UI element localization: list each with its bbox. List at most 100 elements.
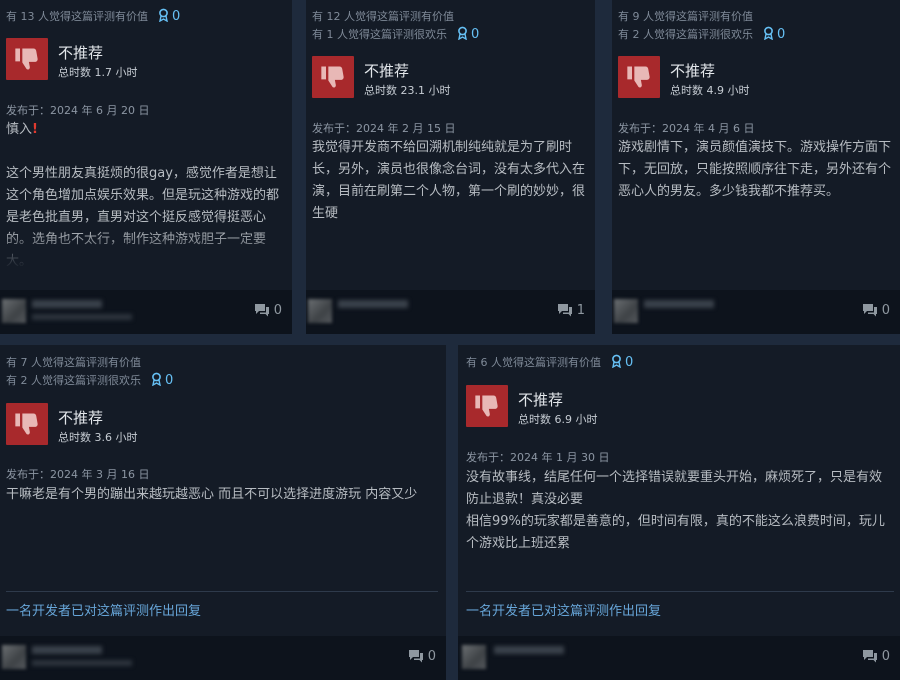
- posted-date: 发布于：2024 年 1 月 30 日: [466, 451, 610, 464]
- comment-count: 0: [881, 649, 890, 664]
- verdict-title: 不推荐: [364, 62, 410, 80]
- award-count: 0: [471, 27, 480, 42]
- review-body: 慎入! 这个男性朋友真挺烦的很gay，感觉作者是想让这个角色增加点娱乐效果。但是玩…: [6, 119, 282, 269]
- award-button[interactable]: 0: [158, 8, 181, 24]
- comment-bubble-icon: [408, 650, 423, 663]
- thumb-box: [312, 56, 354, 98]
- thumb-box: [618, 56, 660, 98]
- review-card: 有 7 人觉得这篇评测有价值 有 2 人觉得这篇评测很欢乐 0 不推荐 总时数 3…: [0, 345, 446, 680]
- comment-count: 1: [576, 303, 585, 318]
- developer-reply-link[interactable]: 一名开发者已对这篇评测作出回复: [466, 600, 661, 619]
- comment-button[interactable]: 0: [408, 649, 436, 664]
- funny-count: 有 2 人觉得这篇评测很欢乐: [6, 374, 141, 387]
- review-card: 有 13 人觉得这篇评测有价值 0 不推荐 总时数 1.7 小时 发布于：2024…: [0, 0, 292, 334]
- thumb-box: [6, 403, 48, 445]
- review-footer: 0: [0, 290, 292, 334]
- review-body-text: 这个男性朋友真挺烦的很gay，感觉作者是想让这个角色增加点娱乐效果。但是玩这种游…: [6, 166, 280, 269]
- funny-count: 有 2 人觉得这篇评测很欢乐: [618, 28, 753, 41]
- award-ribbon-icon: [159, 8, 168, 23]
- playtime-hours: 总时数 23.1 小时: [364, 84, 451, 97]
- comment-count: 0: [273, 303, 282, 318]
- avatar[interactable]: [614, 299, 638, 323]
- avatar[interactable]: [2, 299, 26, 323]
- reviewer-name-blurred[interactable]: [338, 300, 408, 308]
- comment-button[interactable]: 0: [862, 303, 890, 318]
- avatar[interactable]: [2, 645, 26, 669]
- helpful-count: 有 6 人觉得这篇评测有价值: [466, 356, 601, 369]
- helpful-count-line: 有 6 人觉得这篇评测有价值 0: [466, 354, 633, 370]
- developer-reply-link[interactable]: 一名开发者已对这篇评测作出回复: [6, 600, 201, 619]
- verdict-title: 不推荐: [518, 391, 564, 409]
- award-ribbon-icon: [764, 26, 773, 41]
- award-button[interactable]: 0: [611, 354, 634, 370]
- playtime-hours: 总时数 1.7 小时: [58, 66, 138, 79]
- award-button[interactable]: 0: [457, 26, 480, 42]
- comment-button[interactable]: 0: [862, 649, 890, 664]
- comment-button[interactable]: 0: [254, 303, 282, 318]
- reviewer-meta-blurred: [32, 314, 132, 320]
- helpful-count: 有 12 人觉得这篇评测有价值: [312, 10, 454, 23]
- review-card: 有 6 人觉得这篇评测有价值 0 不推荐 总时数 6.9 小时 发布于：2024 …: [458, 345, 900, 680]
- helpful-count: 有 9 人觉得这篇评测有价值: [618, 10, 753, 23]
- helpful-count: 有 13 人觉得这篇评测有价值: [6, 10, 148, 23]
- comment-count: 0: [881, 303, 890, 318]
- review-card: 有 12 人觉得这篇评测有价值 有 1 人觉得这篇评测很欢乐 0 不推荐 总时数 …: [306, 0, 595, 334]
- thumbs-down-icon: [475, 395, 498, 417]
- review-body-first-line: 慎入: [6, 122, 33, 137]
- playtime-hours: 总时数 4.9 小时: [670, 84, 750, 97]
- thumbs-down-icon: [627, 66, 650, 88]
- award-ribbon-icon: [152, 372, 161, 387]
- comment-bubble-icon: [862, 650, 877, 663]
- divider: [6, 591, 438, 592]
- award-count: 0: [172, 9, 181, 24]
- playtime-hours: 总时数 6.9 小时: [518, 413, 598, 426]
- verdict-title: 不推荐: [58, 44, 104, 62]
- posted-date: 发布于：2024 年 4 月 6 日: [618, 122, 755, 135]
- review-body: 我觉得开发商不给回溯机制纯纯就是为了刷时长，另外，演员也很像念台词，没有太多代入…: [312, 140, 586, 221]
- funny-count-line: 有 1 人觉得这篇评测很欢乐 0: [312, 26, 479, 42]
- review-card: 有 9 人觉得这篇评测有价值 有 2 人觉得这篇评测很欢乐 0 不推荐 总时数 4…: [612, 0, 900, 334]
- verdict-title: 不推荐: [670, 62, 716, 80]
- award-ribbon-icon: [612, 354, 621, 369]
- award-button[interactable]: 0: [763, 26, 786, 42]
- avatar[interactable]: [462, 645, 486, 669]
- funny-count: 有 1 人觉得这篇评测很欢乐: [312, 28, 447, 41]
- review-footer: 0: [458, 636, 900, 680]
- posted-date: 发布于：2024 年 2 月 15 日: [312, 122, 456, 135]
- award-count: 0: [777, 27, 786, 42]
- avatar[interactable]: [308, 299, 332, 323]
- review-body: 没有故事线，结尾任何一个选择错误就要重头开始，麻烦死了，只是有效防止退款！真没必…: [466, 470, 885, 551]
- thumbs-down-icon: [15, 48, 38, 70]
- award-count: 0: [165, 373, 174, 388]
- thumbs-down-icon: [15, 413, 38, 435]
- comment-button[interactable]: 1: [557, 303, 585, 318]
- verdict-title: 不推荐: [58, 409, 104, 427]
- reviewer-meta-blurred: [32, 660, 132, 666]
- helpful-count-line: 有 13 人觉得这篇评测有价值 0: [6, 8, 180, 24]
- review-body: 游戏剧情下，演员颜值演技下。游戏操作方面下下，无回放，只能按照顺序往下走，另外还…: [618, 140, 892, 199]
- comment-bubble-icon: [557, 304, 572, 317]
- award-count: 0: [625, 355, 634, 370]
- helpful-count: 有 7 人觉得这篇评测有价值: [6, 356, 141, 369]
- review-body: 干嘛老是有个男的蹦出来越玩越恶心 而且不可以选择进度游玩 内容又少: [6, 487, 418, 502]
- award-ribbon-icon: [458, 26, 467, 41]
- reviewer-name-blurred[interactable]: [644, 300, 714, 308]
- posted-date: 发布于：2024 年 6 月 20 日: [6, 104, 150, 117]
- funny-count-line: 有 2 人觉得这篇评测很欢乐 0: [618, 26, 785, 42]
- review-footer: 0: [612, 290, 900, 334]
- reviewer-name-blurred[interactable]: [32, 646, 102, 654]
- review-footer: 1: [306, 290, 595, 334]
- thumb-box: [6, 38, 48, 80]
- reviewer-name-blurred[interactable]: [494, 646, 564, 654]
- exclamation-mark: !: [32, 122, 38, 137]
- posted-date: 发布于：2024 年 3 月 16 日: [6, 468, 150, 481]
- award-button[interactable]: 0: [151, 372, 174, 388]
- playtime-hours: 总时数 3.6 小时: [58, 431, 138, 444]
- thumb-box: [466, 385, 508, 427]
- comment-count: 0: [427, 649, 436, 664]
- thumbs-down-icon: [321, 66, 344, 88]
- reviewer-name-blurred[interactable]: [32, 300, 102, 308]
- comment-bubble-icon: [862, 304, 877, 317]
- comment-bubble-icon: [254, 304, 269, 317]
- funny-count-line: 有 2 人觉得这篇评测很欢乐 0: [6, 372, 173, 388]
